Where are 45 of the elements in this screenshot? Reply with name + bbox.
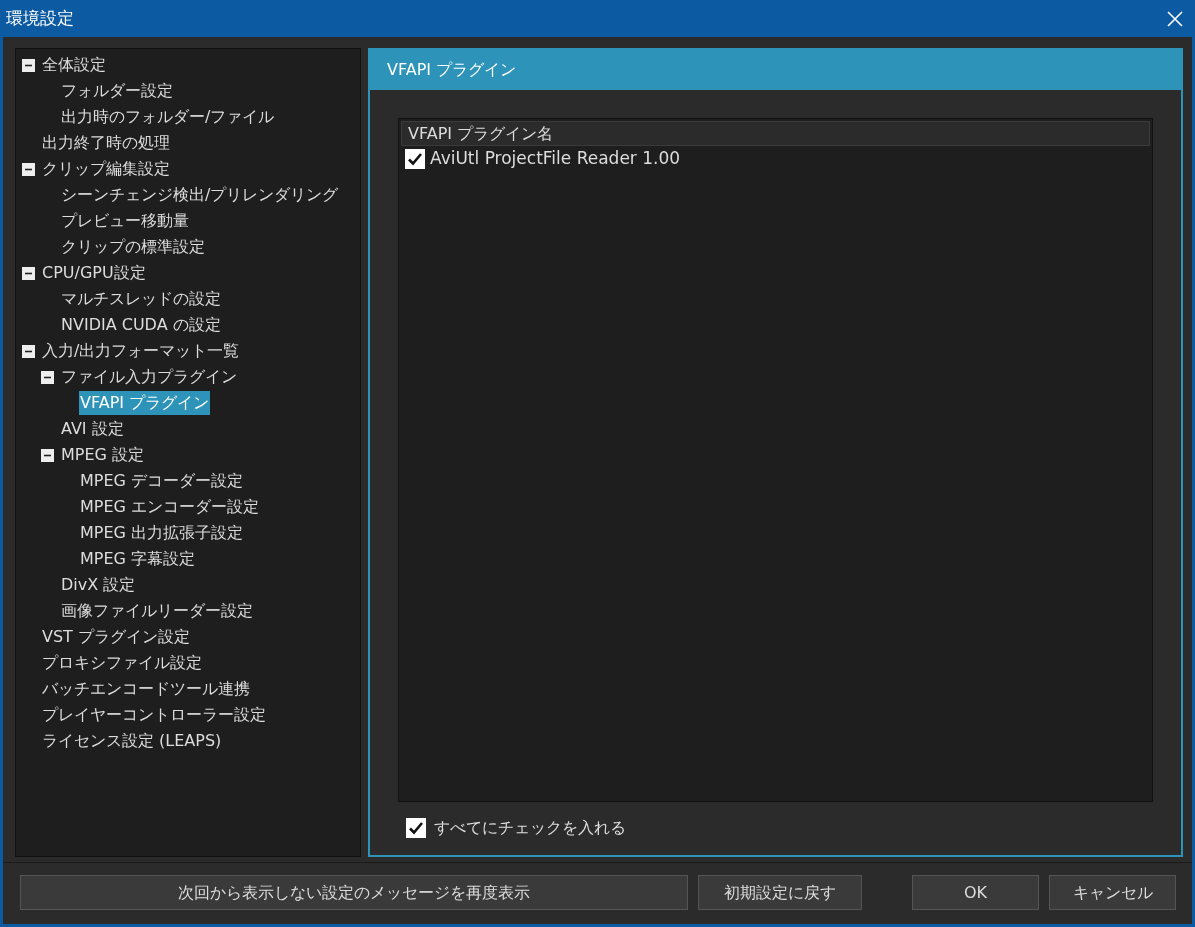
tree-item[interactable]: ファイル入力プラグイン [60, 365, 238, 389]
tree-item[interactable]: クリップ編集設定 [41, 157, 171, 181]
collapse-icon[interactable] [22, 344, 35, 358]
column-header[interactable]: VFAPI プラグイン名 [401, 121, 1150, 146]
tree-item[interactable]: VFAPI プラグイン [79, 391, 211, 415]
tree-item[interactable]: バッチエンコードツール連携 [41, 677, 251, 701]
checkbox-label: すべてにチェックを入れる [434, 817, 626, 839]
tree-item[interactable]: クリップの標準設定 [60, 235, 206, 259]
tree-item[interactable]: NVIDIA CUDA の設定 [60, 313, 222, 337]
tree-item[interactable]: シーンチェンジ検出/プリレンダリング [60, 183, 340, 207]
tree-item[interactable]: MPEG エンコーダー設定 [79, 495, 261, 519]
tree-item[interactable]: 全体設定 [41, 53, 107, 77]
panel-title: VFAPI プラグイン [370, 50, 1181, 90]
tree-item[interactable]: MPEG デコーダー設定 [79, 469, 245, 493]
checkbox[interactable] [406, 818, 426, 838]
collapse-icon[interactable] [22, 266, 35, 280]
close-icon[interactable] [1167, 10, 1183, 27]
tree-item[interactable]: VST プラグイン設定 [41, 625, 191, 649]
window-title: 環境設定 [6, 6, 74, 30]
tree-item[interactable]: ライセンス設定 (LEAPS) [41, 729, 223, 753]
dialog-button[interactable]: キャンセル [1049, 875, 1176, 910]
tree-item[interactable]: プロキシファイル設定 [41, 651, 203, 675]
tree-item[interactable]: 画像ファイルリーダー設定 [60, 599, 254, 623]
collapse-icon[interactable] [22, 58, 35, 72]
dialog-button[interactable]: 次回から表示しない設定のメッセージを再度表示 [20, 875, 688, 910]
tree-item[interactable]: MPEG 設定 [60, 443, 146, 467]
tree-item[interactable]: AVI 設定 [60, 417, 125, 441]
tree-item[interactable]: 出力終了時の処理 [41, 131, 171, 155]
dialog-button[interactable]: 初期設定に戻す [698, 875, 862, 910]
tree-item[interactable]: 入力/出力フォーマット一覧 [41, 339, 241, 363]
tree-item[interactable]: CPU/GPU設定 [41, 261, 147, 285]
tree-item[interactable]: プレイヤーコントローラー設定 [41, 703, 267, 727]
tree-item[interactable]: フォルダー設定 [60, 79, 174, 103]
collapse-icon[interactable] [41, 448, 54, 462]
collapse-icon[interactable] [22, 162, 35, 176]
collapse-icon[interactable] [41, 370, 54, 384]
dialog-button[interactable]: OK [912, 875, 1039, 910]
tree-item[interactable]: MPEG 出力拡張子設定 [79, 521, 245, 545]
checkbox[interactable] [405, 149, 425, 169]
tree-item[interactable]: MPEG 字幕設定 [79, 547, 197, 571]
tree-item[interactable]: プレビュー移動量 [60, 209, 190, 233]
tree-item[interactable]: 出力時のフォルダー/ファイル [60, 105, 276, 129]
tree-item[interactable]: DivX 設定 [60, 573, 137, 597]
plugin-name: AviUtl ProjectFile Reader 1.00 [430, 147, 681, 171]
tree-item[interactable]: マルチスレッドの設定 [60, 287, 222, 311]
